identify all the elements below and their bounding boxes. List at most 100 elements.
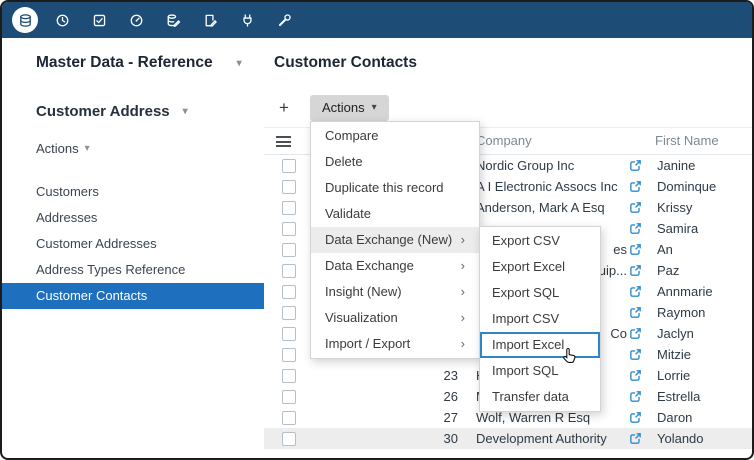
row-checkbox[interactable] — [282, 411, 296, 425]
row-checkbox[interactable] — [282, 159, 296, 173]
checkbox-cell — [264, 390, 300, 404]
menu-item-delete[interactable]: Delete — [311, 149, 479, 175]
external-link-icon[interactable] — [629, 390, 642, 403]
submenu-item-import-excel[interactable]: Import Excel — [480, 332, 600, 358]
first-name-column-header[interactable]: First Name — [655, 133, 719, 148]
external-link-icon[interactable] — [629, 306, 642, 319]
company-column-header[interactable]: Company — [476, 133, 532, 148]
row-checkbox[interactable] — [282, 348, 296, 362]
database-icon[interactable] — [12, 7, 38, 33]
row-checkbox[interactable] — [282, 432, 296, 446]
plug-icon[interactable] — [234, 7, 260, 33]
record-id-cell: 30 — [300, 431, 458, 446]
checkbox-cell — [264, 243, 300, 257]
submenu-item-import-sql[interactable]: Import SQL — [480, 358, 600, 384]
menu-item-label: Duplicate this record — [325, 175, 444, 201]
chevron-down-icon: ▾ — [237, 58, 242, 69]
workspace-selector[interactable]: Master Data - Reference ▾ — [36, 54, 242, 72]
checkbox-cell — [264, 327, 300, 341]
sidebar-actions-button[interactable]: Actions ▾ — [36, 141, 90, 156]
submenu-item-export-sql[interactable]: Export SQL — [480, 280, 600, 306]
menu-item-data-exchange[interactable]: Data Exchange › — [311, 253, 479, 279]
submenu-item-export-excel[interactable]: Export Excel — [480, 254, 600, 280]
checkbox-cell — [264, 306, 300, 320]
submenu-item-export-csv[interactable]: Export CSV — [480, 228, 600, 254]
first-name-cell: Samira — [649, 221, 698, 236]
external-link-icon[interactable] — [629, 327, 642, 340]
gauge-icon[interactable] — [123, 7, 149, 33]
company-cell: A I Electronic Assocs Inc — [476, 179, 627, 194]
menu-item-insight-new[interactable]: Insight (New) › — [311, 279, 479, 305]
sidebar-item-customer-addresses[interactable]: Customer Addresses — [2, 231, 264, 257]
submenu-arrow-icon: › — [461, 253, 465, 279]
row-checkbox[interactable] — [282, 180, 296, 194]
sidebar-item-customers[interactable]: Customers — [2, 179, 264, 205]
sidebar-item-address-types-reference[interactable]: Address Types Reference — [2, 257, 264, 283]
row-checkbox[interactable] — [282, 285, 296, 299]
first-name-cell: Daron — [649, 410, 692, 425]
first-name-cell: Krissy — [649, 200, 692, 215]
menu-item-compare[interactable]: Compare — [311, 123, 479, 149]
menu-item-label: Data Exchange — [325, 253, 414, 279]
sidebar-item-addresses[interactable]: Addresses — [2, 205, 264, 231]
external-link-icon[interactable] — [629, 222, 642, 235]
external-link-icon[interactable] — [629, 264, 642, 277]
external-link-icon[interactable] — [629, 369, 642, 382]
chevron-down-icon: ▾ — [372, 95, 377, 121]
row-checkbox[interactable] — [282, 327, 296, 341]
wrench-icon[interactable] — [271, 7, 297, 33]
row-checkbox[interactable] — [282, 306, 296, 320]
sidebar-item-customer-contacts[interactable]: Customer Contacts — [2, 283, 264, 309]
add-record-button[interactable]: + — [270, 95, 298, 121]
external-link-icon[interactable] — [629, 348, 642, 361]
database-edit-icon[interactable] — [160, 7, 186, 33]
row-checkbox[interactable] — [282, 264, 296, 278]
external-link-icon[interactable] — [629, 243, 642, 256]
external-link-icon[interactable] — [629, 432, 642, 445]
menu-item-label: Compare — [325, 123, 378, 149]
submenu-arrow-icon: › — [461, 279, 465, 305]
row-checkbox[interactable] — [282, 243, 296, 257]
record-id-cell: 23 — [300, 368, 458, 383]
page-title: Customer Contacts — [274, 54, 417, 72]
external-link-icon[interactable] — [629, 180, 642, 193]
menu-item-duplicate-this-record[interactable]: Duplicate this record — [311, 175, 479, 201]
module-selector[interactable]: Customer Address ▾ — [36, 103, 188, 120]
column-options-icon[interactable] — [276, 136, 291, 150]
menu-item-data-exchange-new[interactable]: Data Exchange (New)› — [311, 227, 479, 253]
record-id-cell: 27 — [300, 410, 458, 425]
checkbox-cell — [264, 264, 300, 278]
checkbox-cell — [264, 348, 300, 362]
checklist-icon[interactable] — [86, 7, 112, 33]
external-link-icon[interactable] — [629, 411, 642, 424]
open-record-cell — [627, 285, 649, 298]
sidebar-actions-label: Actions — [36, 141, 79, 156]
row-checkbox[interactable] — [282, 369, 296, 383]
row-checkbox[interactable] — [282, 222, 296, 236]
menu-item-label: Insight (New) — [325, 279, 402, 305]
open-record-cell — [627, 222, 649, 235]
submenu-arrow-icon: › — [461, 305, 465, 331]
actions-button[interactable]: Actions ▾ — [310, 95, 389, 121]
actions-button-label: Actions — [322, 95, 365, 121]
submenu-item-import-csv[interactable]: Import CSV — [480, 306, 600, 332]
submenu-item-transfer-data[interactable]: Transfer data — [480, 384, 600, 410]
external-link-icon[interactable] — [629, 201, 642, 214]
menu-item-import-export[interactable]: Import / Export› — [311, 331, 479, 357]
checkbox-cell — [264, 432, 300, 446]
row-checkbox[interactable] — [282, 390, 296, 404]
menu-item-label: Import / Export — [325, 331, 410, 357]
open-record-cell — [627, 348, 649, 361]
external-link-icon[interactable] — [629, 159, 642, 172]
open-record-cell — [627, 411, 649, 424]
first-name-cell: Lorrie — [649, 368, 690, 383]
first-name-cell: Paz — [649, 263, 679, 278]
row-checkbox[interactable] — [282, 201, 296, 215]
clock-icon[interactable] — [49, 7, 75, 33]
external-link-icon[interactable] — [629, 285, 642, 298]
chevron-down-icon: ▾ — [85, 143, 90, 154]
menu-item-visualization[interactable]: Visualization› — [311, 305, 479, 331]
document-edit-icon[interactable] — [197, 7, 223, 33]
menu-item-validate[interactable]: Validate — [311, 201, 479, 227]
open-record-cell — [627, 243, 649, 256]
